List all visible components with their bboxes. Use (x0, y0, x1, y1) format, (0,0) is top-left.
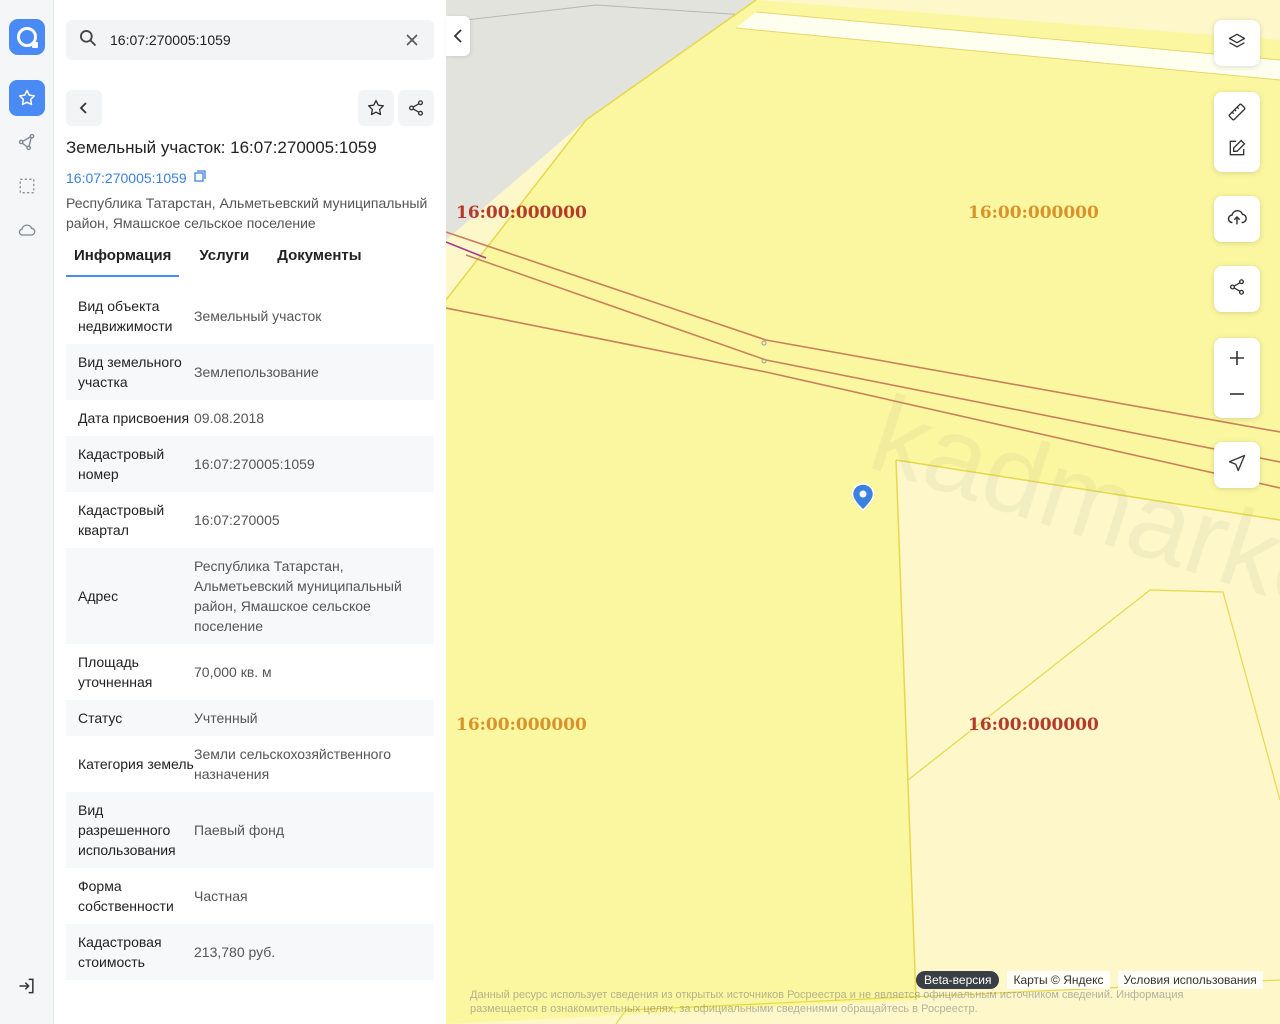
info-value: Учтенный (194, 710, 258, 726)
layers-icon (1227, 31, 1247, 56)
location-pin-icon[interactable] (851, 483, 875, 516)
map-copyright[interactable]: Карты © Яндекс (1007, 971, 1110, 989)
info-row: Вид разрешенного использования Паевый фон… (66, 792, 434, 868)
info-key: Категория земель (78, 756, 194, 772)
tab-information[interactable]: Информация (66, 240, 180, 277)
tabs: Информация Услуги Документы (66, 240, 382, 277)
info-value: Паевый фонд (194, 822, 285, 838)
info-value: Частная (194, 888, 248, 904)
cadastral-number-text[interactable]: 16:07:270005:1059 (66, 170, 187, 186)
info-key: Статус (78, 710, 123, 726)
info-row: Статус Учтенный (66, 700, 434, 736)
info-key: Вид объекта недвижимости (78, 298, 173, 334)
minus-icon (1229, 386, 1245, 407)
info-value: 213,780 руб. (194, 944, 276, 960)
info-row: Площадь уточненная 70,000 кв. м (66, 644, 434, 700)
info-row: Кадастровый квартал 16:07:270005 (66, 492, 434, 548)
map-share-button[interactable] (1214, 266, 1260, 312)
info-key: Кадастровый номер (78, 446, 165, 482)
info-table: Вид объекта недвижимости Земельный участо… (66, 288, 434, 980)
plus-icon (1229, 350, 1245, 371)
info-row: Вид объекта недвижимости Земельный участо… (66, 288, 434, 344)
quarter-label: 16:00:000000 (968, 203, 1099, 223)
panel-bottom-fade (54, 1000, 446, 1024)
info-key: Вид разрешенного использования (78, 802, 176, 858)
edit-button[interactable] (1214, 132, 1260, 168)
left-rail (0, 0, 54, 1024)
zoom-out-button[interactable] (1214, 378, 1260, 414)
info-value: Республика Татарстан, Альметьевский муни… (194, 558, 402, 634)
info-row: Адрес Республика Татарстан, Альметьевский… (66, 548, 434, 644)
info-value: 70,000 кв. м (194, 664, 272, 680)
object-address: Республика Татарстан, Альметьевский муни… (66, 195, 428, 231)
terms-link[interactable]: Условия использования (1117, 971, 1263, 989)
favorites-star-icon[interactable] (9, 80, 45, 116)
map-disclaimer: Данный ресурс использует сведения из отк… (470, 989, 1184, 1015)
share-icon (1228, 278, 1246, 301)
info-value: Земли сельскохозяйственного назначения (194, 746, 392, 782)
info-key: Дата присвоения (78, 410, 190, 426)
route-icon[interactable] (9, 124, 45, 160)
info-key: Адрес (78, 588, 119, 604)
logout-icon[interactable] (9, 968, 45, 1004)
search-input[interactable]: 16:07:270005:1059 (110, 32, 402, 48)
ruler-button[interactable] (1214, 96, 1260, 132)
quarter-label: 16:00:000000 (456, 715, 587, 735)
info-value: Земельный участок (194, 308, 322, 324)
info-value: 09.08.2018 (194, 410, 265, 426)
cloud-icon[interactable] (9, 212, 45, 248)
info-key: Площадь уточненная (78, 654, 153, 690)
cadastral-number-link[interactable]: 16:07:270005:1059 (66, 169, 207, 186)
ruler-icon (1227, 102, 1247, 127)
info-row: Дата присвоения 09.08.2018 (66, 400, 434, 436)
share-button[interactable] (398, 90, 434, 126)
edit-icon (1227, 138, 1247, 163)
search-icon (78, 28, 98, 53)
upload-button[interactable] (1214, 196, 1260, 242)
cloud-upload-icon (1226, 206, 1248, 233)
quarter-label: 16:00:000000 (968, 715, 1099, 735)
object-panel: 16:07:270005:1059 Земельный участок: 16:… (54, 0, 446, 1024)
zoom-in-button[interactable] (1214, 342, 1260, 378)
favorite-star-button[interactable] (358, 90, 394, 126)
beta-badge: Beta-версия (916, 971, 1000, 989)
quarter-label: 16:00:000000 (456, 203, 587, 223)
clear-search-icon[interactable] (402, 30, 422, 50)
info-row: Вид земельного участка Землепользование (66, 344, 434, 400)
info-row: Категория земель Земли сельскохозяйственн… (66, 736, 434, 792)
map-footer: Beta-версия Карты © Яндекс Условия испол… (916, 971, 1263, 989)
navigation-arrow-icon (1227, 453, 1247, 478)
info-row: Форма собственности Частная (66, 868, 434, 924)
collapse-panel-button[interactable] (446, 16, 470, 56)
info-value: 16:07:270005:1059 (194, 456, 315, 472)
info-key: Кадастровая стоимость (78, 934, 162, 970)
info-key: Вид земельного участка (78, 354, 182, 390)
tab-documents[interactable]: Документы (269, 240, 369, 277)
measure-edit-group (1214, 92, 1260, 172)
app-logo[interactable] (9, 19, 45, 55)
info-value: Землепользование (194, 364, 319, 380)
search-bar[interactable]: 16:07:270005:1059 (66, 20, 434, 60)
object-title: Земельный участок: 16:07:270005:1059 (66, 138, 377, 157)
select-area-icon[interactable] (9, 168, 45, 204)
info-key: Форма собственности (78, 878, 174, 914)
geolocate-button[interactable] (1214, 442, 1260, 488)
info-row: Кадастровая стоимость 213,780 руб. (66, 924, 434, 980)
info-value: 16:07:270005 (194, 512, 280, 528)
zoom-controls (1214, 338, 1260, 418)
info-row: Кадастровый номер 16:07:270005:1059 (66, 436, 434, 492)
tab-services[interactable]: Услуги (191, 240, 257, 277)
copy-icon[interactable] (193, 169, 207, 186)
info-key: Кадастровый квартал (78, 502, 165, 538)
layers-button[interactable] (1214, 20, 1260, 66)
back-button[interactable] (66, 90, 102, 126)
